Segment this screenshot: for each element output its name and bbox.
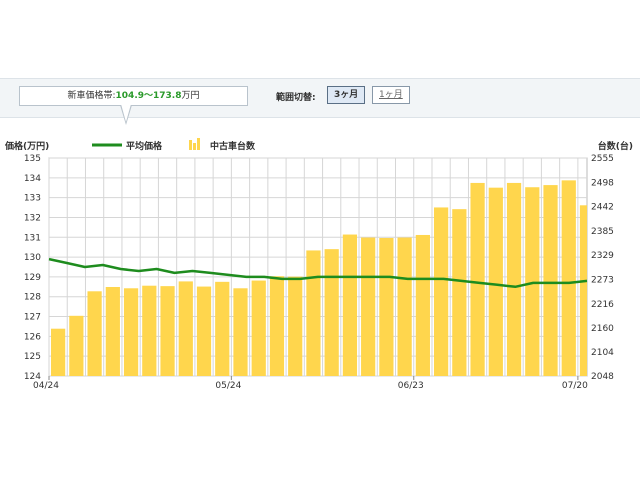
volume-bar (178, 281, 193, 376)
volume-bar (196, 286, 212, 376)
y2-tick-label: 2442 (591, 203, 614, 213)
volume-bar (306, 250, 321, 376)
legend-bar-swatch (197, 138, 200, 150)
y-tick-label: 135 (24, 154, 41, 164)
volume-bar (51, 328, 66, 376)
volume-bar (142, 285, 157, 376)
volume-bar (288, 276, 303, 376)
y2-tick-label: 2048 (591, 372, 614, 382)
volume-bar (324, 249, 339, 376)
volume-bar (69, 315, 84, 376)
volume-bar (123, 288, 139, 376)
volume-bar (543, 185, 558, 376)
legend-bar-swatch (189, 140, 192, 150)
volume-bar (105, 286, 120, 376)
volume-bar (579, 205, 587, 376)
y-tick-label: 125 (24, 352, 41, 362)
x-tick-label: 04/24 (33, 381, 59, 391)
volume-bar (160, 286, 175, 376)
volume-bar (251, 280, 266, 376)
y2-tick-label: 2216 (591, 300, 614, 310)
volume-bar (488, 187, 503, 376)
volume-bar (269, 276, 285, 376)
volume-bar (506, 182, 522, 376)
y-tick-label: 128 (24, 293, 41, 303)
y-tick-label: 132 (24, 213, 41, 223)
volume-bar (561, 180, 576, 376)
y2-tick-label: 2385 (591, 227, 614, 237)
volume-bar (525, 187, 540, 376)
volume-bar (433, 207, 449, 376)
y2-tick-label: 2160 (591, 324, 614, 334)
y2-tick-label: 2104 (591, 348, 614, 358)
volume-bar (470, 182, 485, 376)
volume-bar (415, 234, 430, 376)
volume-bar (452, 209, 467, 376)
volume-bar (233, 288, 248, 376)
y-tick-label: 134 (24, 174, 41, 184)
volume-bar (397, 237, 412, 376)
y-tick-label: 131 (24, 233, 41, 243)
y-tick-label: 133 (24, 194, 41, 204)
y-axis-title: 価格(万円) (4, 140, 49, 152)
legend-line-label: 平均価格 (126, 140, 163, 152)
volume-bar (215, 281, 230, 376)
y-tick-label: 127 (24, 313, 41, 323)
y-tick-label: 130 (24, 253, 41, 263)
y2-tick-label: 2329 (591, 251, 614, 261)
x-tick-label: 07/20 (562, 381, 588, 391)
y-tick-label: 126 (24, 332, 41, 342)
y2-axis-title: 台数(台) (598, 140, 633, 152)
volume-bar (361, 237, 376, 376)
x-tick-label: 06/23 (398, 381, 424, 391)
y-tick-label: 129 (24, 273, 41, 283)
volume-bar (379, 237, 394, 376)
y2-tick-label: 2273 (591, 275, 614, 285)
volume-bar (87, 291, 102, 376)
volume-bar (342, 234, 358, 376)
x-tick-label: 05/24 (215, 381, 241, 391)
y2-tick-label: 2498 (591, 179, 614, 189)
legend-bar-label: 中古車台数 (210, 140, 256, 152)
price-volume-chart: 1241251261271281291301311321331341352048… (4, 138, 633, 391)
legend-bar-swatch (193, 143, 196, 150)
y2-tick-label: 2555 (591, 154, 614, 164)
